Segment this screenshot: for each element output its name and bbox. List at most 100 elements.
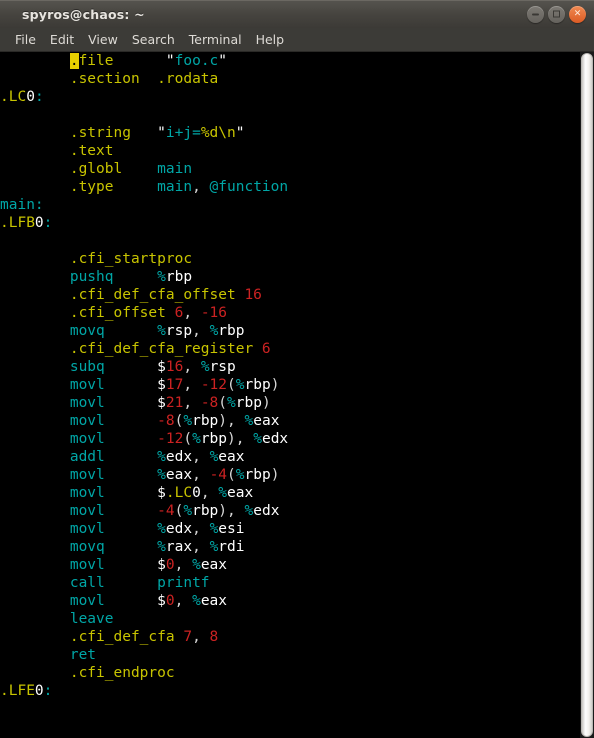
text-cursor: .: [69, 53, 79, 69]
code-token: eax: [253, 413, 280, 429]
code-token: eax: [200, 557, 228, 573]
code-token: %: [192, 431, 201, 447]
code-token: ),: [218, 413, 245, 429]
code-token: %: [209, 449, 219, 465]
code-token: rax: [165, 539, 193, 555]
code-line: subq $16, %rsp: [0, 358, 580, 376]
terminal-viewport[interactable]: .file "foo.c" .section .rodata .LC0: .str…: [0, 52, 594, 738]
code-token: ret: [69, 647, 97, 663]
code-token: .LFE: [0, 683, 35, 699]
code-token: $: [157, 359, 166, 375]
code-token: eax: [165, 467, 193, 483]
code-line: movl $0, %eax: [0, 556, 580, 574]
code-token: movl: [69, 413, 105, 429]
code-line: .section .rodata: [0, 70, 580, 88]
code-token: 0: [26, 89, 35, 105]
code-token: eax: [200, 593, 228, 609]
code-token: %: [183, 413, 193, 429]
code-line: movl $0, %eax: [0, 592, 580, 610]
code-token: ),: [227, 431, 254, 447]
code-token: rbp: [200, 431, 228, 447]
code-token: $: [157, 593, 166, 609]
code-token: addl: [69, 449, 105, 465]
code-token: ,: [192, 179, 201, 195]
code-token: %: [157, 269, 166, 285]
code-token: %: [157, 323, 166, 339]
menu-item-search[interactable]: Search: [125, 30, 182, 49]
code-token: rbp: [244, 467, 271, 483]
code-token: \n: [218, 125, 236, 141]
menu-item-terminal[interactable]: Terminal: [182, 30, 249, 49]
menu-item-view[interactable]: View: [81, 30, 125, 49]
code-token: :: [34, 197, 44, 213]
editor-text-area[interactable]: .file "foo.c" .section .rodata .LC0: .str…: [0, 52, 580, 738]
menu-item-edit[interactable]: Edit: [43, 30, 81, 49]
maximize-button[interactable]: [548, 6, 565, 23]
vertical-scrollbar[interactable]: [580, 52, 594, 738]
code-token: 6: [261, 341, 271, 357]
code-token: $: [157, 395, 166, 411]
code-token: movl: [69, 485, 105, 501]
code-token: %d: [200, 125, 219, 141]
code-line: .cfi_offset 6, -16: [0, 304, 580, 322]
code-token: edx: [261, 431, 289, 447]
code-token: -16: [200, 305, 228, 321]
code-token: 8: [209, 629, 219, 645]
code-token: 0: [165, 557, 175, 573]
code-token: $: [157, 485, 166, 501]
scrollbar-thumb[interactable]: [581, 53, 593, 737]
code-token: %: [157, 539, 166, 555]
code-token: rbp: [192, 503, 219, 519]
code-token: -4: [209, 467, 228, 483]
code-line: movl -12(%rbp), %edx: [0, 430, 580, 448]
code-token: ,: [192, 629, 210, 645]
code-token: rsp: [209, 359, 236, 375]
code-token: ): [270, 377, 280, 393]
code-token: ,: [192, 539, 210, 555]
close-button[interactable]: ✕: [569, 6, 586, 23]
code-token: movl: [69, 431, 105, 447]
menu-item-file[interactable]: File: [8, 30, 43, 49]
code-token: movl: [69, 521, 105, 537]
code-line: movl $17, -12(%rbp): [0, 376, 580, 394]
code-token: movl: [69, 503, 105, 519]
code-token: %: [157, 521, 166, 537]
code-token: rbp: [218, 323, 245, 339]
code-token: ),: [218, 503, 245, 519]
menu-item-help[interactable]: Help: [249, 30, 292, 49]
code-token: 21: [165, 395, 184, 411]
window-titlebar[interactable]: spyros@chaos: ~ ✕: [0, 0, 594, 28]
code-line: .cfi_def_cfa_register 6: [0, 340, 580, 358]
code-token: ): [270, 467, 280, 483]
minimize-button[interactable]: [527, 6, 544, 23]
code-token: foo.c: [174, 53, 219, 69]
code-token: .globl: [69, 161, 123, 177]
code-token: .cfi_startproc: [69, 251, 193, 267]
code-token: eax: [218, 449, 245, 465]
code-line: movq %rax, %rdi: [0, 538, 580, 556]
code-token: 0: [34, 683, 44, 699]
code-token: .LC: [165, 485, 193, 501]
code-line: .cfi_endproc: [0, 664, 580, 682]
